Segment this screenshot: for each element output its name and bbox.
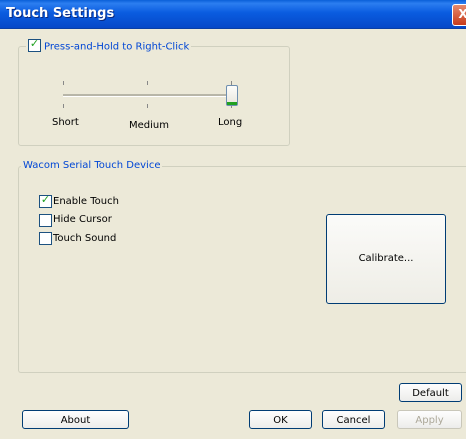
cancel-button[interactable]: Cancel [322, 410, 385, 429]
touch-sound-checkbox[interactable] [39, 232, 52, 245]
device-legend: Wacom Serial Touch Device [21, 160, 163, 171]
hide-cursor-label[interactable]: Hide Cursor [53, 214, 112, 225]
window-title: Touch Settings [6, 6, 115, 21]
enable-touch-checkbox[interactable]: ✓ [39, 193, 52, 208]
press-hold-checkbox[interactable]: ✓ [28, 37, 41, 52]
slider-label-short: Short [52, 117, 79, 128]
hide-cursor-checkbox[interactable] [39, 214, 52, 227]
slider-tick [63, 104, 64, 108]
title-bar[interactable]: Touch Settings X [0, 0, 466, 29]
about-button[interactable]: About [22, 410, 129, 429]
close-button[interactable]: X [452, 4, 466, 26]
calibrate-button[interactable]: Calibrate... [326, 214, 446, 304]
slider-thumb[interactable] [226, 85, 238, 106]
slider-track [63, 94, 233, 97]
close-icon: X [458, 7, 466, 21]
ok-button[interactable]: OK [249, 410, 312, 429]
default-button[interactable]: Default [399, 383, 462, 402]
slider-tick [147, 104, 148, 108]
slider-label-medium: Medium [129, 120, 169, 131]
touch-sound-label[interactable]: Touch Sound [53, 233, 116, 244]
slider-tick [63, 81, 64, 85]
slider-label-long: Long [218, 117, 243, 128]
slider-tick [147, 81, 148, 85]
press-hold-label: Press-and-Hold to Right-Click [44, 41, 190, 53]
press-hold-legend: ✓ Press-and-Hold to Right-Click [26, 37, 192, 53]
check-icon: ✓ [40, 193, 51, 206]
apply-button: Apply [397, 410, 462, 429]
check-icon: ✓ [29, 37, 40, 50]
enable-touch-label[interactable]: Enable Touch [53, 196, 119, 207]
